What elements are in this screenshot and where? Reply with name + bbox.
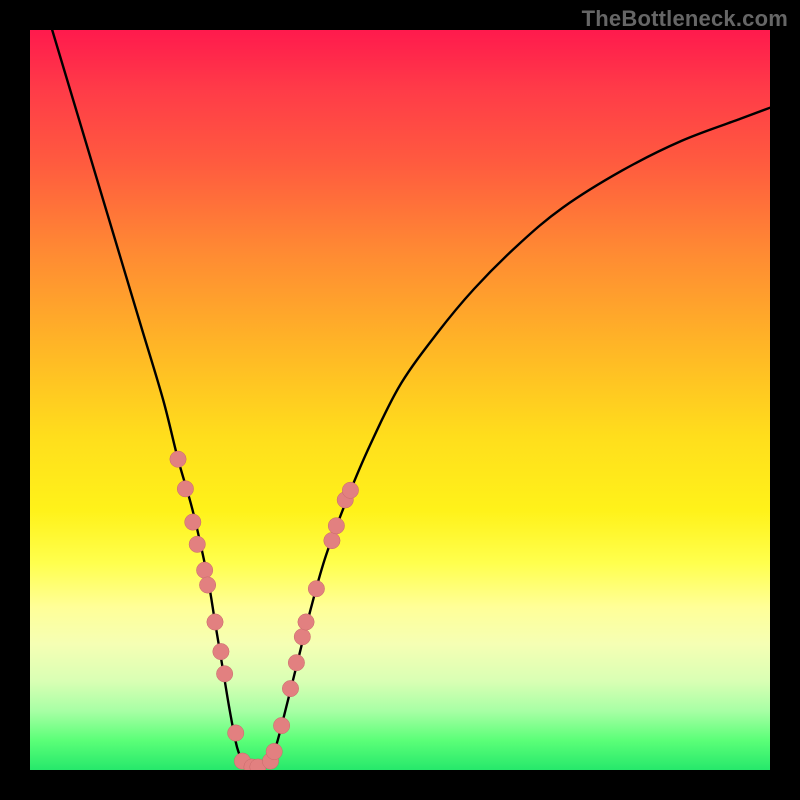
chart-container: TheBottleneck.com — [0, 0, 800, 800]
data-marker — [207, 614, 223, 630]
data-marker — [342, 482, 358, 498]
chart-svg — [30, 30, 770, 770]
data-marker — [288, 655, 304, 671]
data-marker — [199, 577, 215, 593]
plot-area — [30, 30, 770, 770]
data-marker — [273, 717, 289, 733]
data-marker — [170, 451, 186, 467]
data-marker — [294, 629, 310, 645]
data-marker — [228, 725, 244, 741]
data-marker — [177, 481, 193, 497]
data-marker — [282, 680, 298, 696]
data-marker — [196, 562, 212, 578]
data-marker — [328, 518, 344, 534]
data-marker — [266, 743, 282, 759]
data-marker — [308, 581, 324, 597]
data-marker — [213, 643, 229, 659]
data-marker — [185, 514, 201, 530]
curve-line — [52, 30, 770, 768]
data-marker — [189, 536, 205, 552]
data-marker — [324, 532, 340, 548]
data-marker — [298, 614, 314, 630]
watermark-text: TheBottleneck.com — [582, 6, 788, 32]
data-marker — [216, 666, 232, 682]
